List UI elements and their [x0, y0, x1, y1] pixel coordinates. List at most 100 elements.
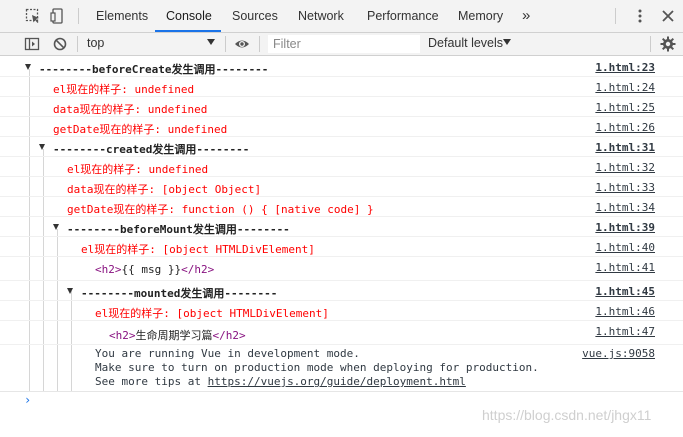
devtools-tab-bar: Elements Console Sources Network Perform…	[0, 0, 683, 33]
console-log-row: el现在的样子: undefined 1.html:24	[0, 77, 683, 97]
log-message: data现在的样子: undefined	[53, 101, 207, 117]
source-link[interactable]: 1.html:47	[595, 325, 655, 338]
log-value: [object Object]	[161, 183, 262, 196]
logged-element[interactable]: <h2>生命周期学习篇</h2>	[109, 327, 246, 343]
console-log-row: el现在的样子: [object HTMLDivElement] 1.html:…	[0, 301, 683, 321]
source-link[interactable]: 1.html:45	[595, 285, 655, 298]
log-value: undefined	[167, 123, 228, 136]
vue-info-message: You are running Vue in development mode.…	[95, 347, 539, 389]
source-link[interactable]: 1.html:46	[595, 305, 655, 318]
console-element-row[interactable]: <h2>生命周期学习篇</h2> 1.html:47	[0, 321, 683, 345]
source-link[interactable]: 1.html:40	[595, 241, 655, 254]
log-value: undefined	[134, 83, 195, 96]
console-element-row[interactable]: <h2>{{ msg }}</h2> 1.html:41	[0, 257, 683, 281]
log-message: getDate现在的样子: undefined	[53, 121, 227, 137]
console-log-row: data现在的样子: undefined 1.html:25	[0, 97, 683, 117]
chevron-down-icon[interactable]	[207, 39, 215, 45]
console-toolbar: top Default levels	[0, 33, 683, 56]
tab-separator	[615, 8, 616, 24]
filter-input[interactable]	[268, 35, 420, 53]
tab-separator	[78, 8, 79, 24]
console-log-row: el现在的样子: [object HTMLDivElement] 1.html:…	[0, 237, 683, 257]
tab-console[interactable]: Console	[166, 0, 212, 32]
log-label: data现在的样子:	[53, 103, 142, 116]
show-sidebar-icon[interactable]	[24, 36, 40, 52]
group-title: --------beforeMount发生调用--------	[67, 223, 290, 236]
tab-elements[interactable]: Elements	[96, 0, 148, 32]
vue-info-line2: Make sure to turn on production mode whe…	[95, 361, 539, 374]
inspect-element-icon[interactable]	[25, 8, 41, 24]
log-value: undefined	[148, 163, 209, 176]
logged-element[interactable]: <h2>{{ msg }}</h2>	[95, 263, 214, 276]
group-expanded-triangle-icon[interactable]	[53, 224, 59, 230]
console-messages: --------beforeCreate发生调用-------- 1.html:…	[0, 57, 683, 437]
source-link[interactable]: 1.html:33	[595, 181, 655, 194]
toolbar-separator	[225, 36, 226, 52]
tab-network[interactable]: Network	[298, 0, 344, 32]
toolbar-separator	[259, 36, 260, 52]
group-title: --------created发生调用--------	[53, 143, 250, 156]
log-message: el现在的样子: undefined	[67, 161, 208, 177]
tab-memory[interactable]: Memory	[458, 0, 503, 32]
log-message: getDate现在的样子: function () { [native code…	[67, 201, 374, 217]
source-link[interactable]: vue.js:9058	[582, 347, 655, 360]
device-toolbar-icon[interactable]	[50, 8, 66, 24]
source-link[interactable]: 1.html:26	[595, 121, 655, 134]
log-value: [object HTMLDivElement]	[176, 307, 329, 320]
source-link[interactable]: 1.html:34	[595, 201, 655, 214]
tag-close: </h2>	[212, 329, 246, 342]
element-content: {{ msg }}	[121, 263, 182, 276]
clear-console-icon[interactable]	[52, 36, 68, 52]
tab-performance[interactable]: Performance	[367, 0, 439, 32]
log-label: getDate现在的样子:	[53, 123, 161, 136]
context-selector[interactable]: top	[87, 36, 104, 50]
tag-open: <h2>	[95, 263, 122, 276]
source-link[interactable]: 1.html:32	[595, 161, 655, 174]
tag-close: </h2>	[181, 263, 215, 276]
toolbar-separator	[650, 36, 651, 52]
log-label: el现在的样子:	[67, 163, 142, 176]
log-levels-dropdown[interactable]: Default levels	[428, 36, 503, 50]
group-expanded-triangle-icon[interactable]	[39, 144, 45, 150]
source-link[interactable]: 1.html:41	[595, 261, 655, 274]
log-message: el现在的样子: [object HTMLDivElement]	[81, 241, 315, 257]
vue-deployment-link[interactable]: https://vuejs.org/guide/deployment.html	[208, 375, 466, 388]
log-label: el现在的样子:	[95, 307, 170, 320]
source-link[interactable]: 1.html:25	[595, 101, 655, 114]
watermark: https://blog.csdn.net/jhgx11	[482, 407, 652, 423]
group-title: --------mounted发生调用--------	[81, 287, 278, 300]
more-tabs-button[interactable]: »	[522, 0, 530, 32]
log-value: [object HTMLDivElement]	[162, 243, 315, 256]
chevron-down-icon[interactable]	[503, 39, 511, 45]
vue-info-line1: You are running Vue in development mode.	[95, 347, 360, 360]
group-expanded-triangle-icon[interactable]	[67, 288, 73, 294]
source-link[interactable]: 1.html:24	[595, 81, 655, 94]
eye-icon[interactable]	[234, 36, 250, 52]
vue-info-line3-prefix: See more tips at	[95, 375, 208, 388]
log-message: data现在的样子: [object Object]	[67, 181, 261, 197]
console-group-header[interactable]: --------mounted发生调用-------- 1.html:45	[0, 281, 683, 301]
log-label: getDate现在的样子:	[67, 203, 175, 216]
element-content: 生命周期学习篇	[135, 329, 213, 342]
console-group-header[interactable]: --------created发生调用-------- 1.html:31	[0, 137, 683, 157]
console-log-row: getDate现在的样子: undefined 1.html:26	[0, 117, 683, 137]
console-log-row: getDate现在的样子: function () { [native code…	[0, 197, 683, 217]
console-prompt-icon[interactable]: ›	[24, 393, 31, 407]
more-options-icon[interactable]	[632, 8, 648, 24]
group-title: --------beforeCreate发生调用--------	[39, 63, 269, 76]
group-expanded-triangle-icon[interactable]	[25, 64, 31, 70]
console-group-header[interactable]: --------beforeCreate发生调用-------- 1.html:…	[0, 57, 683, 77]
source-link[interactable]: 1.html:39	[595, 221, 655, 234]
source-link[interactable]: 1.html:23	[595, 61, 655, 74]
log-label: el现在的样子:	[81, 243, 156, 256]
log-message: el现在的样子: [object HTMLDivElement]	[95, 305, 329, 321]
close-icon[interactable]	[660, 8, 676, 24]
log-label: data现在的样子:	[67, 183, 156, 196]
active-tab-indicator	[155, 30, 221, 32]
console-group-header[interactable]: --------beforeMount发生调用-------- 1.html:3…	[0, 217, 683, 237]
log-value: function () { [native code] }	[181, 203, 374, 216]
tab-sources[interactable]: Sources	[232, 0, 278, 32]
settings-gear-icon[interactable]	[660, 36, 676, 52]
log-value: undefined	[147, 103, 208, 116]
source-link[interactable]: 1.html:31	[595, 141, 655, 154]
